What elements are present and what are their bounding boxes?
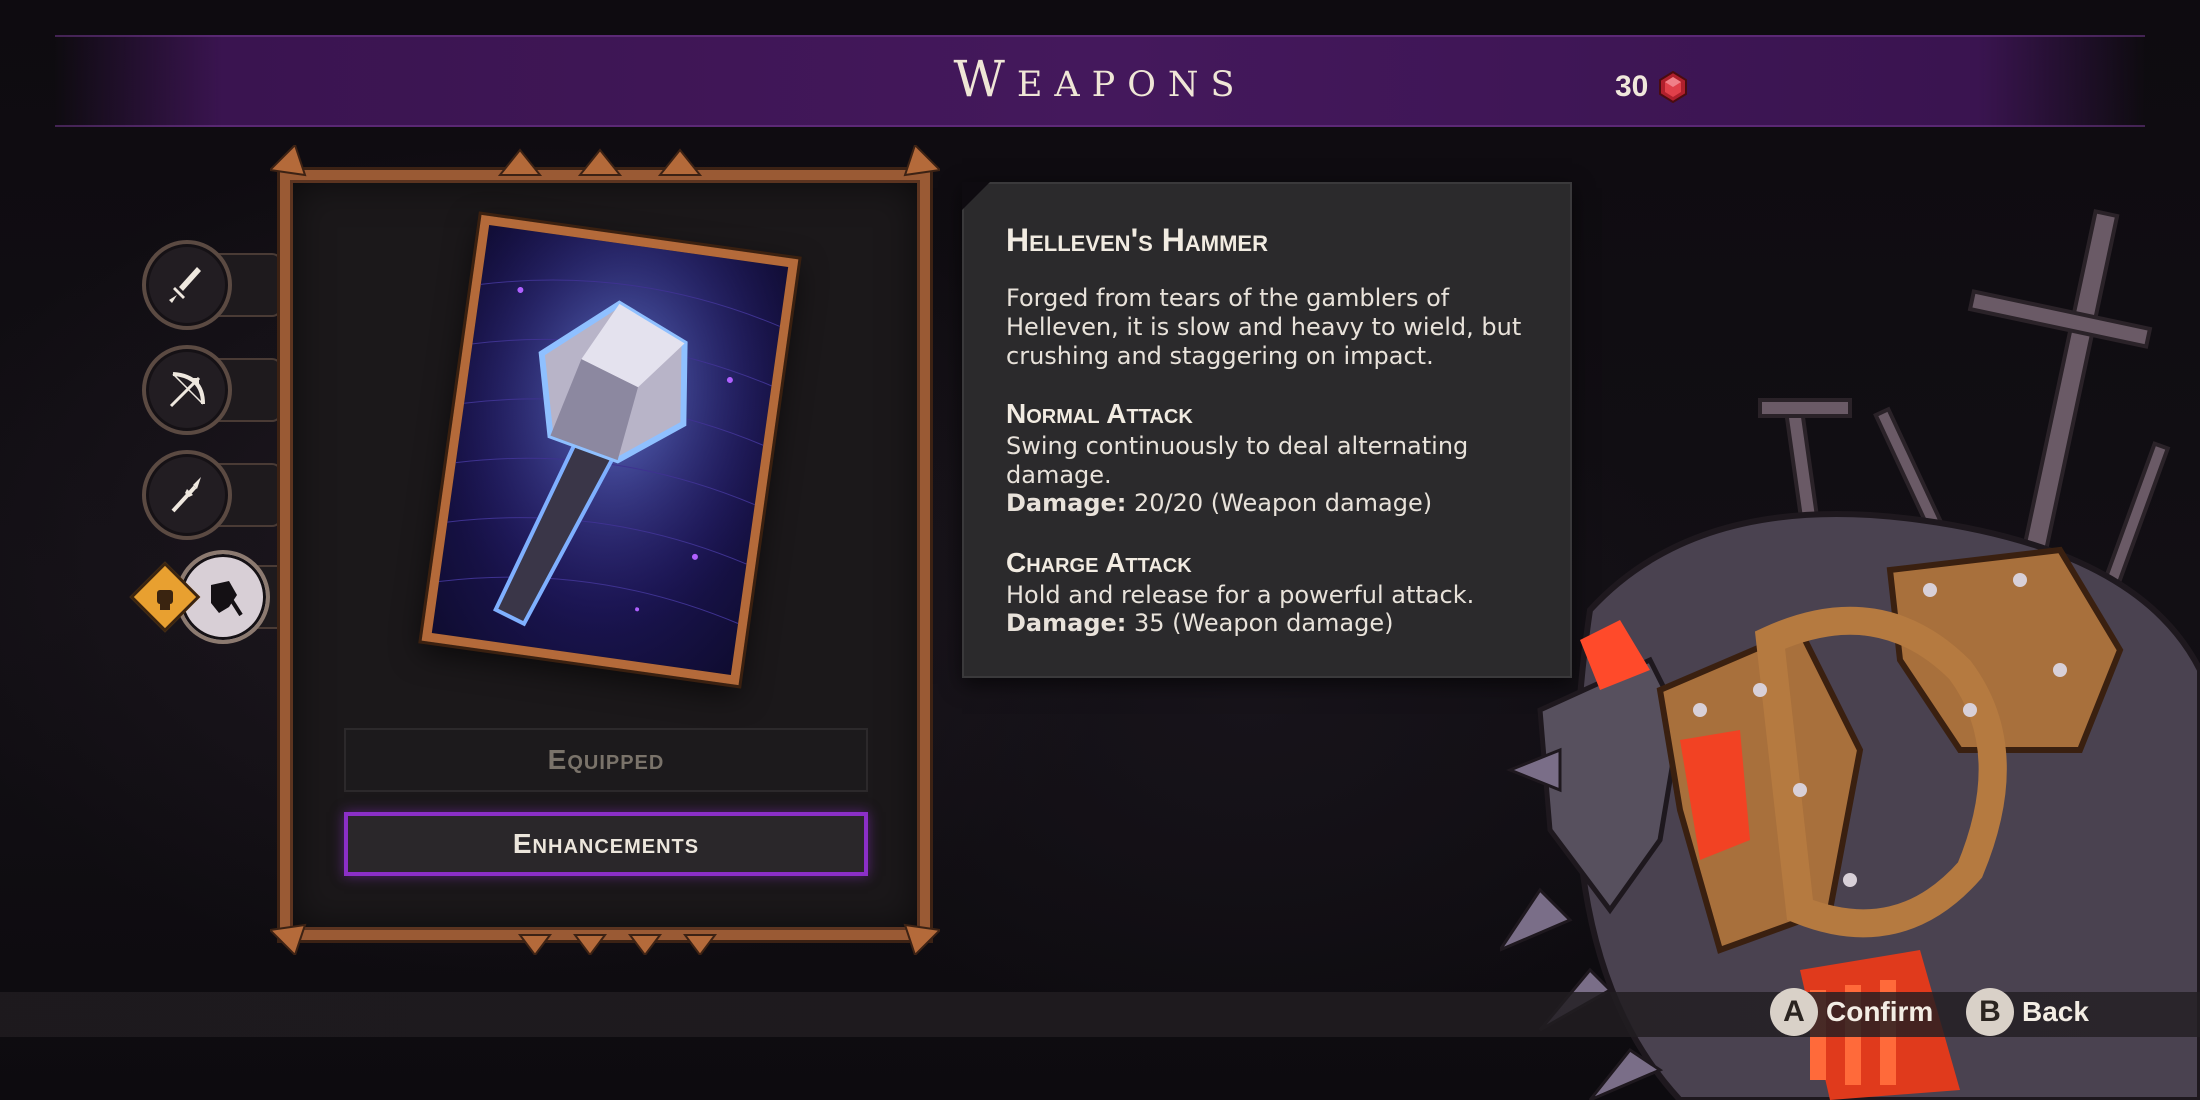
page-title: Weapons [953,50,1247,108]
spear-icon [171,477,201,513]
weapon-name: Helleven's Hammer [1006,222,1268,258]
hammer-icon [211,581,243,617]
enhancements-button[interactable]: Enhancements [344,812,868,876]
sword-icon [169,267,201,303]
back-label: Back [2022,996,2089,1027]
confirm-hint[interactable]: A Confirm [1770,988,1933,1036]
fist-icon [157,590,173,610]
charge-attack-damage: Damage: 35 (Weapon damage) [1006,609,1394,637]
a-button-icon: A [1770,988,1818,1036]
damage-value: 20/20 (Weapon damage) [1134,489,1433,517]
b-button-icon: B [1966,988,2014,1036]
normal-attack-damage: Damage: 20/20 (Weapon damage) [1006,489,1432,517]
panel-corner [962,182,990,210]
weapon-description: Forged from tears of the gamblers of Hel… [1006,284,1522,370]
weapon-card [421,214,799,686]
currency-value: 30 [1615,70,1649,103]
tab-sword[interactable] [142,240,282,330]
charge-attack-title: Charge Attack [1006,547,1192,578]
tab-bow[interactable] [142,345,282,435]
boss-character-art [1500,209,2200,1100]
confirm-label: Confirm [1826,996,1934,1027]
currency-counter: 30 [1615,70,1688,104]
damage-label: Damage: [1006,609,1127,637]
equipped-button[interactable]: Equipped [344,728,868,792]
back-hint[interactable]: B Back [1966,988,2089,1036]
tab-spear[interactable] [142,450,282,540]
bow-icon [169,372,205,408]
hammer-art [431,224,789,676]
normal-attack-title: Normal Attack [1006,398,1193,429]
damage-label: Damage: [1006,489,1127,517]
damage-value: 35 (Weapon damage) [1134,609,1394,637]
red-gem-icon [1659,71,1688,103]
charge-attack-description: Hold and release for a powerful attack. [1006,581,1475,609]
normal-attack-description: Swing continuously to deal alternating d… [1006,432,1469,489]
